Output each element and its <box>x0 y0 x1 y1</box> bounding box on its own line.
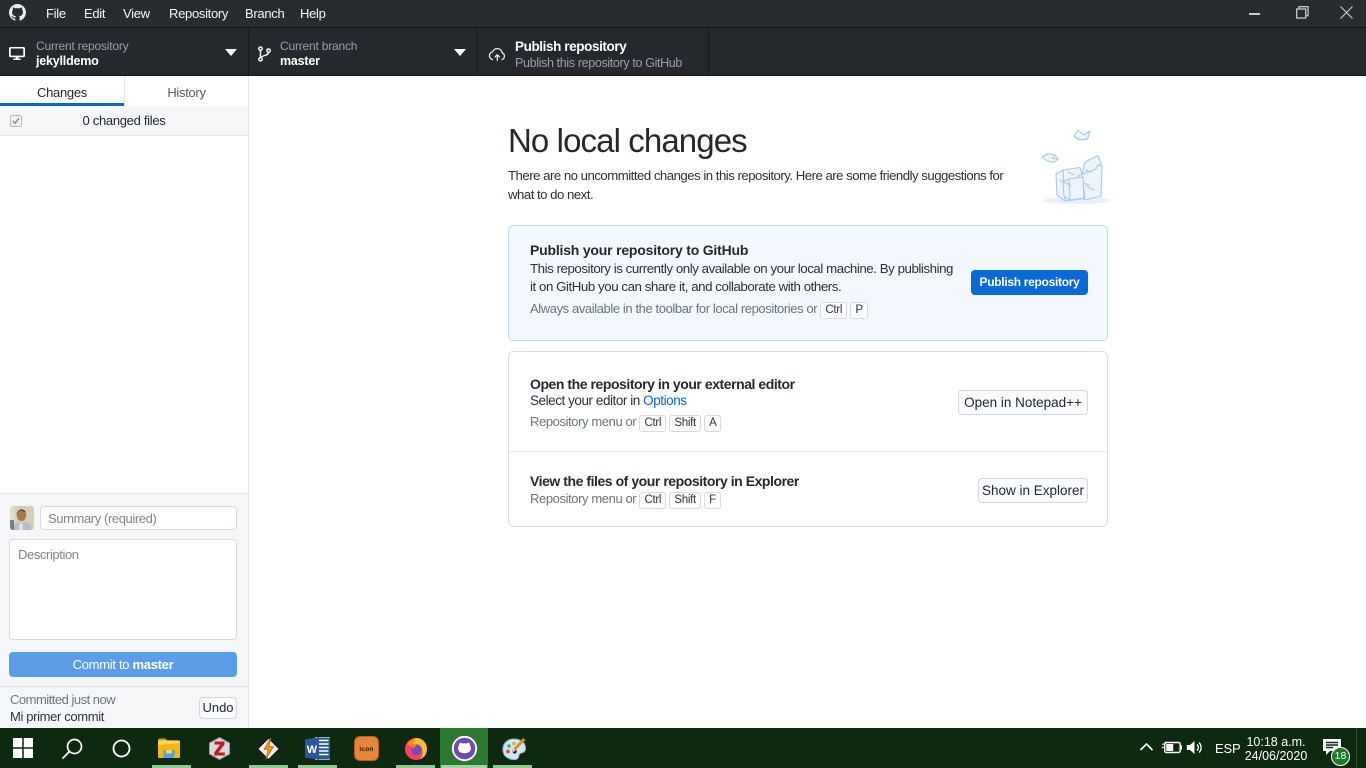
svg-text:W: W <box>307 744 318 756</box>
